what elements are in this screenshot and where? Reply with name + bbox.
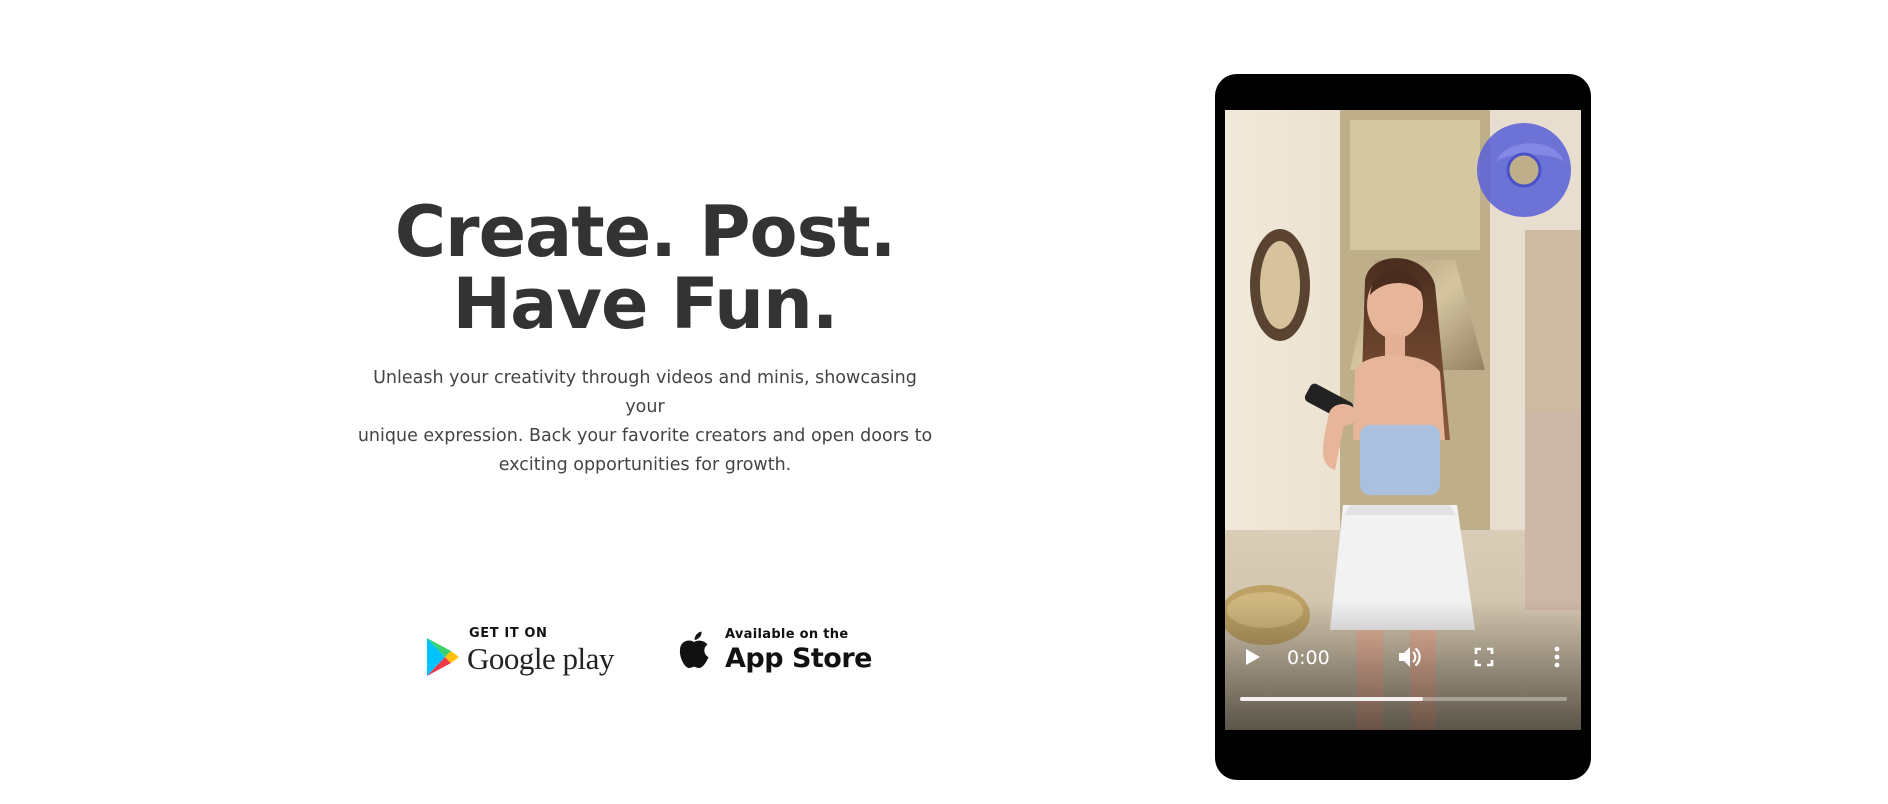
app-store-badge[interactable]: Available on the App Store (677, 627, 872, 675)
brand-ring-logo (1477, 123, 1571, 217)
video-controls: 0:00 (1225, 600, 1581, 730)
hero-description-line-1: Unleash your creativity through videos a… (373, 368, 917, 417)
google-play-big-label: Google play (467, 640, 614, 676)
more-vertical-icon (1554, 646, 1560, 668)
google-play-text: GET IT ON Google play (467, 626, 614, 677)
hero-description-line-3: exciting opportunities for growth. (498, 455, 792, 475)
volume-button[interactable] (1394, 642, 1424, 672)
fullscreen-button[interactable] (1469, 642, 1499, 672)
progress-bar-fill (1240, 697, 1424, 701)
progress-bar[interactable] (1240, 697, 1567, 701)
hero-title: Create. Post. Have Fun. (345, 196, 945, 340)
play-icon (1246, 649, 1260, 665)
apple-icon (679, 631, 709, 668)
hero-description: Unleash your creativity through videos a… (355, 364, 935, 480)
store-badges: GET IT ON Google play Available on the A… (425, 620, 872, 682)
app-store-big-label: App Store (725, 643, 872, 674)
current-time: 0:00 (1287, 647, 1330, 669)
hero-title-line-2: Have Fun. (452, 263, 839, 345)
hero-title-line-1: Create. Post. (394, 191, 897, 273)
more-options-button[interactable] (1542, 642, 1572, 672)
landing-page: Create. Post. Have Fun. Unleash your cre… (0, 0, 1888, 804)
hero-section: Create. Post. Have Fun. Unleash your cre… (345, 196, 945, 480)
volume-icon (1399, 647, 1421, 667)
fullscreen-icon (1474, 647, 1494, 667)
play-button[interactable] (1237, 642, 1267, 672)
google-play-icon (427, 638, 459, 676)
app-store-text: Available on the App Store (725, 627, 872, 675)
app-store-small-label: Available on the (725, 627, 849, 642)
video-player[interactable]: 0:00 (1225, 110, 1581, 730)
google-play-small-label: GET IT ON (469, 625, 548, 641)
hero-description-line-2: unique expression. Back your favorite cr… (357, 426, 933, 446)
phone-mockup: 0:00 (1215, 74, 1591, 780)
google-play-badge[interactable]: GET IT ON Google play (425, 624, 625, 678)
